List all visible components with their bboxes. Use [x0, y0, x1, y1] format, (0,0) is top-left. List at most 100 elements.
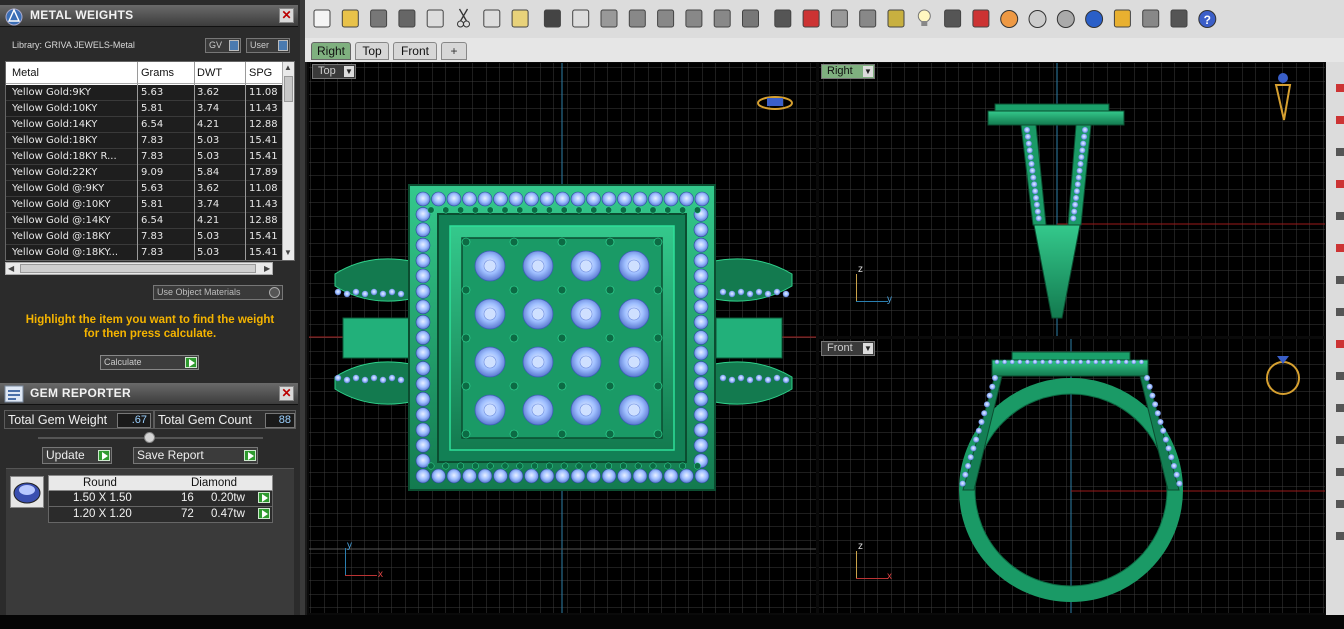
library-label: Library: GRIVA JEWELS-Metal	[12, 40, 135, 50]
metal-table-hscroll[interactable]: ◀ ▶	[5, 262, 273, 275]
gem-count: 72	[181, 508, 194, 520]
metal-spg: 12.88	[249, 119, 278, 130]
col-dwt[interactable]: DWT	[197, 67, 243, 79]
metal-row[interactable]: Yellow Gold @:9KY 5.63 3.62 11.08	[6, 181, 284, 197]
metal-grams: 5.63	[141, 87, 164, 98]
col-grams[interactable]: Grams	[141, 67, 193, 79]
side-gem	[1171, 463, 1177, 469]
head-gem	[1055, 359, 1061, 365]
metal-table[interactable]: Metal Grams DWT SPG Yellow Gold:9KY 5.63 3…	[5, 61, 295, 261]
gem-row[interactable]: 1.50 X 1.50 16 0.20tw	[48, 491, 273, 507]
tab-front[interactable]: Front	[393, 42, 437, 60]
prong	[509, 381, 519, 391]
tab-top[interactable]: Top	[355, 42, 389, 60]
col-divider	[245, 62, 246, 260]
gem-list: Round Diamond 1.50 X 1.50 16 0.20tw 1.20…	[6, 468, 294, 629]
side-gem	[1073, 195, 1079, 201]
front-viewport	[819, 339, 1325, 613]
metal-table-body: Yellow Gold:9KY 5.63 3.62 11.08 Yellow Gold:…	[6, 85, 284, 260]
pendant-icon	[1274, 84, 1292, 121]
gem-row[interactable]: 1.20 X 1.20 72 0.47tw	[48, 507, 273, 523]
zoom-window-icon	[657, 9, 675, 28]
gem-table-facet	[579, 403, 593, 417]
center-gem	[570, 250, 602, 282]
side-gem	[1076, 167, 1083, 174]
ring-shank-side	[1020, 124, 1047, 226]
metal-dwt: 3.62	[197, 87, 220, 98]
halo-gem	[694, 191, 710, 207]
metal-row[interactable]: Yellow Gold @:18KY 7.83 5.03 15.41	[6, 229, 284, 245]
side-gem	[764, 290, 772, 298]
halo-gem	[415, 314, 431, 330]
top-viewport-label[interactable]: Top ▼	[312, 64, 356, 79]
metal-row[interactable]: Yellow Gold:18KY 7.83 5.03 15.41	[6, 133, 284, 149]
chevron-down-icon[interactable]: ▼	[344, 66, 354, 77]
play-icon[interactable]	[258, 508, 270, 519]
metal-dwt: 5.03	[197, 135, 220, 146]
move-icon	[600, 9, 618, 28]
metal-name: Yellow Gold:9KY	[12, 87, 91, 98]
play-icon[interactable]	[258, 492, 270, 503]
add-tab-button[interactable]: +	[441, 42, 467, 60]
update-button[interactable]: Update	[42, 447, 112, 464]
metal-row[interactable]: Yellow Gold @:10KY 5.81 3.74 11.43	[6, 197, 284, 213]
prong	[461, 381, 471, 391]
head-gem	[1116, 359, 1121, 365]
metal-weights-close-button[interactable]: ✕	[279, 8, 294, 23]
prong	[605, 333, 615, 343]
use-object-materials-option[interactable]: Use Object Materials	[153, 285, 283, 300]
gem-table-facet	[531, 403, 545, 417]
pendant-icon	[1278, 73, 1288, 83]
col-spg[interactable]: SPG	[249, 67, 283, 79]
right-viewport-label[interactable]: Right ▼	[821, 64, 875, 79]
metal-row[interactable]: Yellow Gold @:14KY 6.54 4.21 12.88	[6, 213, 284, 229]
head-gem	[1139, 359, 1144, 365]
calculate-button[interactable]: Calculate	[100, 355, 199, 370]
scroll-up-icon[interactable]: ▲	[284, 63, 292, 72]
metal-row[interactable]: Yellow Gold @:18KY... 7.83 5.03 15.41	[6, 245, 284, 260]
metal-row[interactable]: Yellow Gold:22KY 9.09 5.84 17.89	[6, 165, 284, 181]
ring-icon	[1266, 361, 1300, 395]
front-viewport-name: Front	[827, 342, 853, 354]
metal-weights-title: METAL WEIGHTS	[30, 8, 134, 22]
halo-gem	[415, 222, 431, 238]
scroll-down-icon[interactable]: ▼	[284, 248, 292, 257]
scroll-left-icon[interactable]: ◀	[8, 264, 14, 273]
side-gem	[773, 288, 781, 296]
halo-gem	[693, 268, 709, 284]
gem-table: Round Diamond 1.50 X 1.50 16 0.20tw 1.20…	[48, 475, 273, 523]
metal-row[interactable]: Yellow Gold:14KY 6.54 4.21 12.88	[6, 117, 284, 133]
tab-right[interactable]: Right	[311, 42, 351, 60]
col-metal[interactable]: Metal	[12, 67, 136, 79]
metal-row[interactable]: Yellow Gold:18KY R... 7.83 5.03 15.41	[6, 149, 284, 165]
chevron-down-icon[interactable]: ▼	[863, 343, 873, 354]
scroll-right-icon[interactable]: ▶	[264, 264, 270, 273]
front-viewport-label[interactable]: Front ▼	[821, 341, 875, 356]
side-gem	[1035, 215, 1042, 222]
side-gem	[981, 410, 988, 417]
use-object-materials-label: Use Object Materials	[157, 287, 241, 297]
round-diamond-thumbnail	[10, 476, 44, 508]
gem-slider-knob[interactable]	[144, 432, 155, 443]
use-object-materials-radio[interactable]	[269, 287, 280, 298]
user-toggle[interactable]: User	[246, 38, 290, 53]
halo-gem	[693, 222, 709, 238]
side-gem	[334, 288, 342, 296]
gv-toggle[interactable]: GV	[205, 38, 241, 53]
halo-gem	[539, 191, 555, 207]
halo-gem	[693, 299, 709, 315]
metal-row[interactable]: Yellow Gold:10KY 5.81 3.74 11.43	[6, 101, 284, 117]
chevron-down-icon[interactable]: ▼	[863, 66, 873, 77]
hscroll-thumb[interactable]	[20, 264, 256, 273]
bead	[471, 462, 479, 470]
gem-reporter-close-button[interactable]: ✕	[279, 386, 294, 401]
vscroll-thumb[interactable]	[284, 76, 293, 102]
tool-icon	[1336, 212, 1344, 220]
save-report-button[interactable]: Save Report	[133, 447, 258, 464]
metal-row[interactable]: Yellow Gold:9KY 5.63 3.62 11.08	[6, 85, 284, 101]
pan-hand-icon	[572, 9, 590, 28]
top-viewport	[309, 63, 816, 613]
gem-reporter-title: GEM REPORTER	[30, 386, 131, 400]
metal-table-vscroll[interactable]: ▲ ▼	[282, 62, 294, 260]
export-icon	[426, 9, 444, 28]
